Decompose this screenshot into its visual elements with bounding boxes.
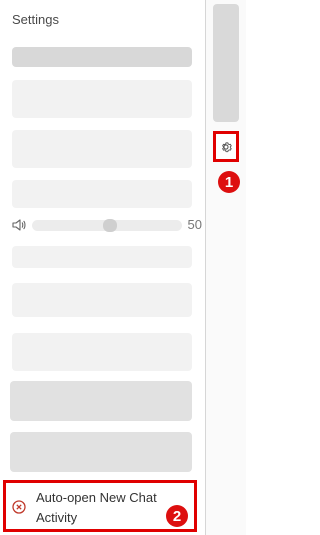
panel-title: Settings (12, 12, 59, 27)
setting-row-8[interactable] (10, 381, 192, 421)
setting-row-4[interactable] (12, 180, 192, 208)
settings-panel: Settings 50 Auto-open New Chat Activity (0, 0, 206, 535)
auto-open-new-chat-activity[interactable]: Auto-open New Chat Activity (3, 480, 197, 532)
volume-slider-thumb[interactable] (103, 219, 117, 232)
setting-row-9[interactable] (10, 432, 192, 472)
auto-open-label: Auto-open New Chat Activity (36, 490, 157, 525)
gear-icon (222, 141, 232, 152)
scrollbar-thumb[interactable] (213, 4, 239, 122)
volume-slider[interactable] (32, 219, 182, 232)
circle-x-icon (12, 500, 26, 514)
annotation-badge-1: 1 (218, 171, 240, 193)
setting-row-2[interactable] (12, 80, 192, 118)
setting-row-1[interactable] (12, 47, 192, 67)
settings-button[interactable] (213, 131, 239, 162)
annotation-badge-2: 2 (166, 505, 188, 527)
setting-row-5[interactable] (12, 246, 192, 268)
setting-row-7[interactable] (12, 333, 192, 371)
volume-value: 50 (187, 217, 202, 232)
setting-row-6[interactable] (12, 283, 192, 317)
setting-row-3[interactable] (12, 130, 192, 168)
volume-control: 50 (12, 217, 202, 233)
speaker-icon (12, 219, 26, 231)
